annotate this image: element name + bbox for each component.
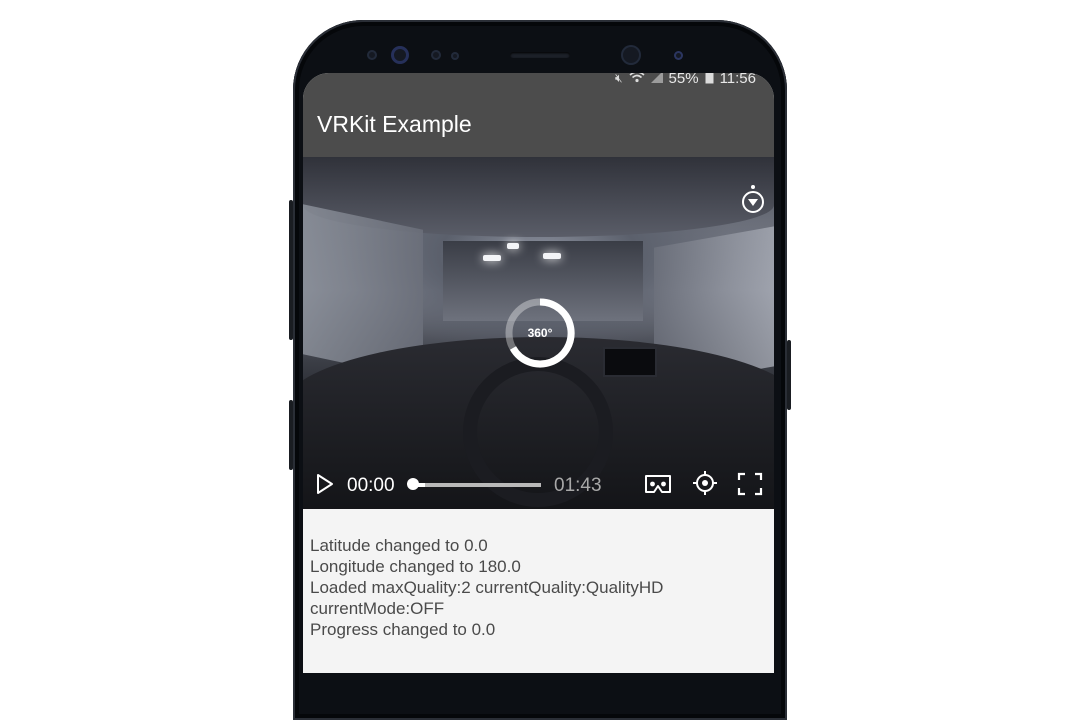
video-player[interactable]: 360° 00:00 01:43 [303,157,774,509]
loading-360-indicator: 360° [504,297,576,369]
app-title: VRKit Example [317,111,472,137]
signal-icon [650,73,663,86]
video-scene [483,255,501,261]
duration: 01:43 [554,475,602,496]
video-scene [603,347,657,377]
player-controls: 00:00 01:43 [303,461,774,505]
vr-headset-icon[interactable] [644,473,672,500]
seek-bar[interactable] [409,483,541,487]
play-icon[interactable] [315,473,335,500]
app-bar: 🔇︎ 55% 11:56 VRKit Example [303,73,774,157]
sensor-dot [431,50,441,60]
power-button [787,340,791,410]
volume-button [289,400,293,470]
gyro-icon[interactable] [692,470,718,501]
battery-icon [705,73,714,87]
log-line: Longitude changed to 180.0 [310,557,521,576]
current-time: 00:00 [347,475,395,496]
log-line: Progress changed to 0.0 [310,620,496,639]
log-line: currentMode:OFF [310,599,445,618]
video-scene [543,253,561,259]
bixby-button [289,200,293,340]
video-scene [507,243,519,249]
sensor-dot [367,50,377,60]
status-bar: 🔇︎ 55% 11:56 [615,73,756,87]
log-line: Latitude changed to 0.0 [310,536,488,555]
log-line: Loaded maxQuality:2 currentQuality:Quali… [310,578,664,597]
sensor-dot [674,51,683,60]
fullscreen-icon[interactable] [737,472,763,501]
badge-360: 360° [527,326,553,340]
front-camera [621,45,641,65]
clock: 11:56 [719,73,756,87]
battery-percent: 55% [668,73,699,87]
seek-thumb[interactable] [407,478,419,490]
device-screen: 🔇︎ 55% 11:56 VRKit Example 360° 00:00 01… [303,73,774,673]
earpiece-speaker [510,52,570,58]
mute-icon: 🔇︎ [614,73,623,85]
wifi-icon [629,73,645,86]
compass-icon[interactable] [740,183,766,215]
event-log: Latitude changed to 0.0 Longitude changed… [310,535,663,640]
sensor-dot [451,52,459,60]
iris-scanner [391,46,409,64]
